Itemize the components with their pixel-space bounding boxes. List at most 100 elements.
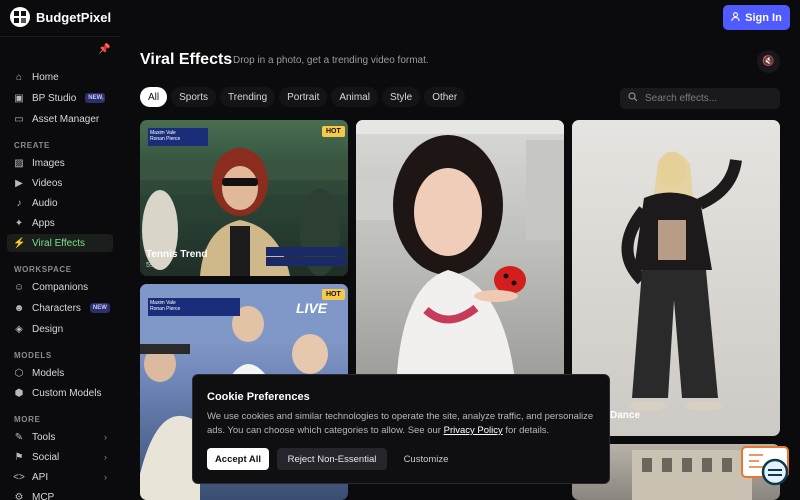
- tab-other[interactable]: Other: [424, 87, 466, 107]
- custom-models-icon: ⬢: [14, 387, 24, 399]
- search-input[interactable]: [645, 93, 765, 104]
- sidebar-item-label: BP Studio: [32, 92, 77, 104]
- chat-bubble-icon: [741, 446, 789, 486]
- sidebar-item-images[interactable]: ▨ Images: [7, 154, 113, 172]
- sign-in-label: Sign In: [745, 11, 782, 24]
- sidebar-item-label: Custom Models: [32, 387, 102, 399]
- search-box[interactable]: [620, 88, 780, 109]
- mute-button[interactable]: 🔇: [757, 50, 780, 73]
- sidebar-item-label: Images: [32, 157, 65, 169]
- section-heading-create: CREATE: [14, 141, 50, 150]
- search-icon: [628, 92, 638, 105]
- sidebar-item-viral-effects[interactable]: ⚡ Viral Effects: [7, 234, 113, 252]
- effect-card-tennis-trend[interactable]: Maxim Vale Ronan Pierce HOT Tennis Trend…: [140, 120, 348, 276]
- tab-all[interactable]: All: [140, 87, 168, 107]
- sidebar-item-mcp[interactable]: ⚙ MCP: [7, 488, 113, 500]
- pin-icon[interactable]: 📌: [98, 44, 110, 55]
- sidebar-item-label: API: [32, 471, 49, 483]
- sidebar-item-companions[interactable]: ☺ Companions: [7, 278, 113, 296]
- video-icon: ▶: [15, 177, 23, 189]
- sidebar-item-design[interactable]: ◈ Design: [7, 320, 113, 338]
- sidebar-item-home[interactable]: ⌂ Home: [7, 68, 113, 86]
- sidebar-item-bp-studio[interactable]: ▣ BP Studio NEW ›: [7, 89, 113, 107]
- api-icon: <>: [13, 471, 25, 483]
- sidebar-item-label: Characters: [32, 302, 81, 314]
- sidebar: 📌 ⌂ Home ▣ BP Studio NEW › ▭ Asset Manag…: [0, 36, 120, 500]
- hot-badge: HOT: [322, 289, 345, 300]
- sign-in-button[interactable]: Sign In: [723, 5, 790, 30]
- image-icon: ▨: [14, 157, 24, 169]
- folder-icon: ▭: [14, 113, 24, 125]
- scoreboard-overlay: Maxim Vale Ronan Pierce: [148, 128, 208, 146]
- home-icon: ⌂: [15, 71, 23, 83]
- studio-icon: ▣: [14, 92, 24, 104]
- design-icon: ◈: [15, 323, 23, 335]
- speaker-mute-icon: 🔇: [762, 56, 775, 67]
- hot-badge: HOT: [322, 126, 345, 137]
- sparkle-icon: ⚡: [13, 237, 26, 249]
- sidebar-item-characters[interactable]: ☻ Characters NEW: [7, 299, 113, 317]
- tab-trending[interactable]: Trending: [220, 87, 276, 107]
- card-duration: 5s: [146, 262, 154, 269]
- chevron-right-icon: ›: [104, 452, 107, 462]
- help-chat-button[interactable]: [741, 446, 789, 486]
- cookie-text-tail: for details.: [502, 425, 550, 436]
- sidebar-item-audio[interactable]: ♪ Audio: [7, 194, 113, 212]
- tab-portrait[interactable]: Portrait: [279, 87, 328, 107]
- audio-icon: ♪: [16, 197, 22, 209]
- social-icon: ⚑: [14, 451, 24, 463]
- card-title: Tennis Trend: [146, 249, 208, 260]
- filter-tabs: All Sports Trending Portrait Animal Styl…: [140, 87, 466, 107]
- card-thumbnail: [356, 120, 564, 390]
- sidebar-item-label: Home: [32, 71, 59, 83]
- privacy-policy-link[interactable]: Privacy Policy: [444, 425, 503, 436]
- logo[interactable]: BudgetPixel: [10, 7, 111, 27]
- card-title: Dance: [610, 410, 641, 421]
- sidebar-item-label: Companions: [32, 281, 89, 293]
- cookie-title: Cookie Preferences: [207, 391, 310, 403]
- sidebar-item-tools[interactable]: ✎ Tools ›: [7, 428, 113, 446]
- section-heading-models: MODELS: [14, 351, 52, 360]
- logo-icon: [10, 7, 30, 27]
- scoreboard-player-2: Ronan Pierce: [150, 306, 181, 312]
- effect-card-portrait[interactable]: [356, 120, 564, 390]
- sidebar-item-apps[interactable]: ✦ Apps: [7, 214, 113, 232]
- sidebar-item-label: Tools: [32, 431, 56, 443]
- sidebar-item-label: Videos: [32, 177, 63, 189]
- cookie-text: We use cookies and similar technologies …: [207, 410, 599, 438]
- sidebar-item-models[interactable]: ⬡ Models: [7, 364, 113, 382]
- tools-icon: ✎: [14, 431, 24, 443]
- companion-icon: ☺: [13, 281, 25, 293]
- scoreboard-overlay: Maxim Vale Ronan Pierce: [148, 298, 240, 316]
- cookie-banner: Cookie Preferences We use cookies and si…: [192, 374, 610, 484]
- tab-sports[interactable]: Sports: [171, 87, 217, 107]
- app-name: BudgetPixel: [36, 9, 112, 25]
- chevron-right-icon: ›: [101, 93, 104, 103]
- chevron-right-icon: ›: [104, 472, 107, 482]
- sidebar-item-label: Asset Manager: [32, 113, 100, 125]
- character-icon: ☻: [13, 302, 25, 314]
- reject-non-essential-button[interactable]: Reject Non-Essential: [277, 448, 387, 470]
- sidebar-item-asset-manager[interactable]: ▭ Asset Manager: [7, 110, 113, 128]
- section-heading-more: MORE: [14, 415, 41, 424]
- sidebar-item-label: Models: [32, 367, 65, 379]
- customize-button[interactable]: Customize: [395, 448, 457, 470]
- new-badge: NEW: [89, 303, 110, 313]
- sidebar-item-label: Audio: [32, 197, 58, 209]
- sidebar-item-social[interactable]: ⚑ Social ›: [7, 448, 113, 466]
- top-bar: BudgetPixel Sign In: [0, 0, 800, 36]
- chevron-right-icon: ›: [104, 432, 107, 442]
- sidebar-item-custom-models[interactable]: ⬢ Custom Models: [7, 384, 113, 402]
- sidebar-item-api[interactable]: <> API ›: [7, 468, 113, 486]
- accept-all-button[interactable]: Accept All: [207, 448, 269, 470]
- models-icon: ⬡: [14, 367, 24, 379]
- page-title: Viral Effects: [140, 51, 233, 68]
- live-overlay: LIVE: [296, 300, 328, 316]
- page-subtitle: Drop in a photo, get a trending video fo…: [233, 55, 429, 66]
- tab-animal[interactable]: Animal: [331, 87, 378, 107]
- tab-style[interactable]: Style: [381, 87, 421, 107]
- sidebar-item-label: Viral Effects: [32, 237, 85, 249]
- user-icon: [731, 11, 740, 24]
- sidebar-item-videos[interactable]: ▶ Videos: [7, 174, 113, 192]
- app-root: BudgetPixel Sign In 📌 ⌂ Home ▣ BP Studio…: [0, 0, 800, 500]
